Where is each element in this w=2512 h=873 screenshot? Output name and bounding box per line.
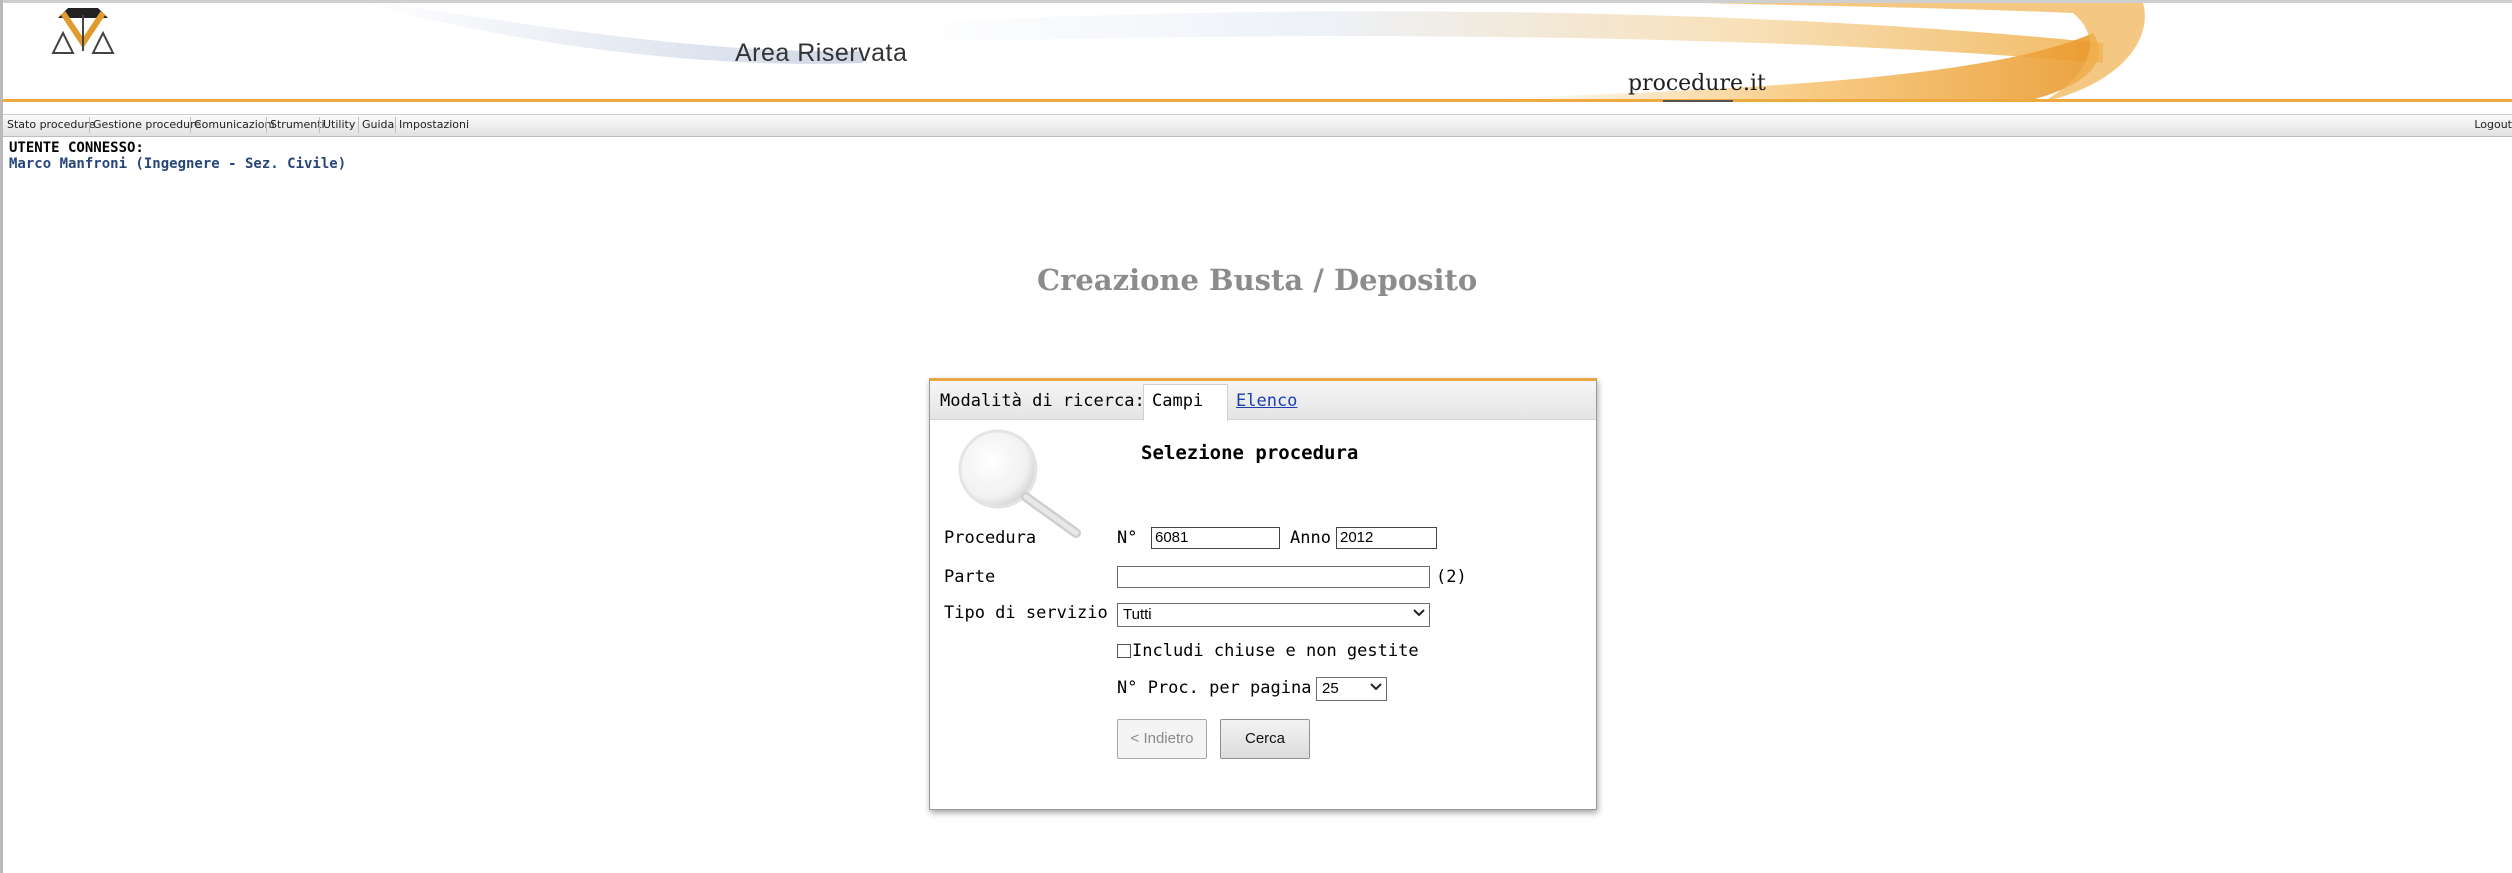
chevron-down-icon bbox=[1370, 683, 1382, 691]
includi-chiuse-label: Includi chiuse e non gestite bbox=[1132, 641, 1419, 661]
tab-campi[interactable]: Campi bbox=[1152, 391, 1203, 411]
per-pagina-select[interactable]: 25 bbox=[1316, 677, 1387, 701]
search-button[interactable]: Cerca bbox=[1220, 719, 1310, 759]
back-button[interactable]: < Indietro bbox=[1117, 719, 1207, 759]
procedura-anno-input[interactable]: 2012 bbox=[1336, 527, 1437, 549]
scales-logo-icon bbox=[51, 8, 115, 54]
menu-separator bbox=[266, 117, 267, 133]
search-procedure-panel: Modalità di ricerca: Campi Elenco Selezi… bbox=[929, 378, 1597, 810]
header-banner: Area Riservata procedure.it bbox=[3, 3, 2512, 102]
menu-separator bbox=[358, 117, 359, 133]
search-mode-tabbar: Modalità di ricerca: Campi Elenco bbox=[930, 381, 1596, 421]
menu-gestione-procedure[interactable]: Gestione procedure bbox=[93, 118, 201, 131]
menu-impostazioni[interactable]: Impostazioni bbox=[399, 118, 469, 131]
menu-guida[interactable]: Guida bbox=[362, 118, 394, 131]
tab-elenco[interactable]: Elenco bbox=[1236, 391, 1297, 411]
logout-link[interactable]: Logout bbox=[2474, 118, 2512, 131]
area-riservata-title: Area Riservata bbox=[735, 39, 908, 67]
tipo-servizio-value: Tutti bbox=[1123, 606, 1152, 623]
includi-chiuse-checkbox[interactable] bbox=[1117, 644, 1131, 658]
chevron-down-icon bbox=[1413, 609, 1425, 617]
menu-separator bbox=[319, 117, 320, 133]
section-title: Selezione procedura bbox=[1141, 442, 1359, 464]
connected-user-name: Marco Manfroni (Ingegnere - Sez. Civile) bbox=[9, 156, 347, 172]
menu-stato-procedure[interactable]: Stato procedure bbox=[7, 118, 95, 131]
anno-label: Anno bbox=[1290, 528, 1331, 548]
connected-user-label: UTENTE CONNESSO: bbox=[9, 140, 144, 156]
parte-input[interactable] bbox=[1117, 566, 1430, 588]
logo-underline bbox=[1663, 100, 1733, 102]
menu-strumenti[interactable]: Strumenti bbox=[270, 118, 325, 131]
main-menu-bar: Stato procedure Gestione procedure Comun… bbox=[3, 114, 2512, 137]
tipo-servizio-select[interactable]: Tutti bbox=[1117, 603, 1430, 627]
menu-separator bbox=[190, 117, 191, 133]
menu-separator bbox=[395, 117, 396, 133]
tipo-servizio-label: Tipo di servizio bbox=[944, 603, 1108, 623]
procedura-label: Procedura bbox=[944, 528, 1037, 548]
logo-text: procedure.it bbox=[1628, 71, 1766, 96]
magnifier-icon bbox=[958, 429, 1081, 538]
menu-utility[interactable]: Utility bbox=[323, 118, 355, 131]
search-mode-label: Modalità di ricerca: bbox=[940, 391, 1145, 411]
page-title: Creazione Busta / Deposito bbox=[1037, 263, 1478, 297]
banner-swoosh bbox=[3, 3, 2512, 102]
per-pagina-value: 25 bbox=[1322, 680, 1339, 697]
per-pagina-label: N° Proc. per pagina bbox=[1117, 678, 1312, 698]
parte-hint: (2) bbox=[1436, 567, 1467, 587]
numero-prefix-label: N° bbox=[1117, 528, 1138, 548]
menu-comunicazioni[interactable]: Comunicazioni bbox=[194, 118, 275, 131]
procedura-numero-input[interactable]: 6081 bbox=[1151, 527, 1280, 549]
menu-separator bbox=[89, 117, 90, 133]
parte-label: Parte bbox=[944, 567, 996, 587]
